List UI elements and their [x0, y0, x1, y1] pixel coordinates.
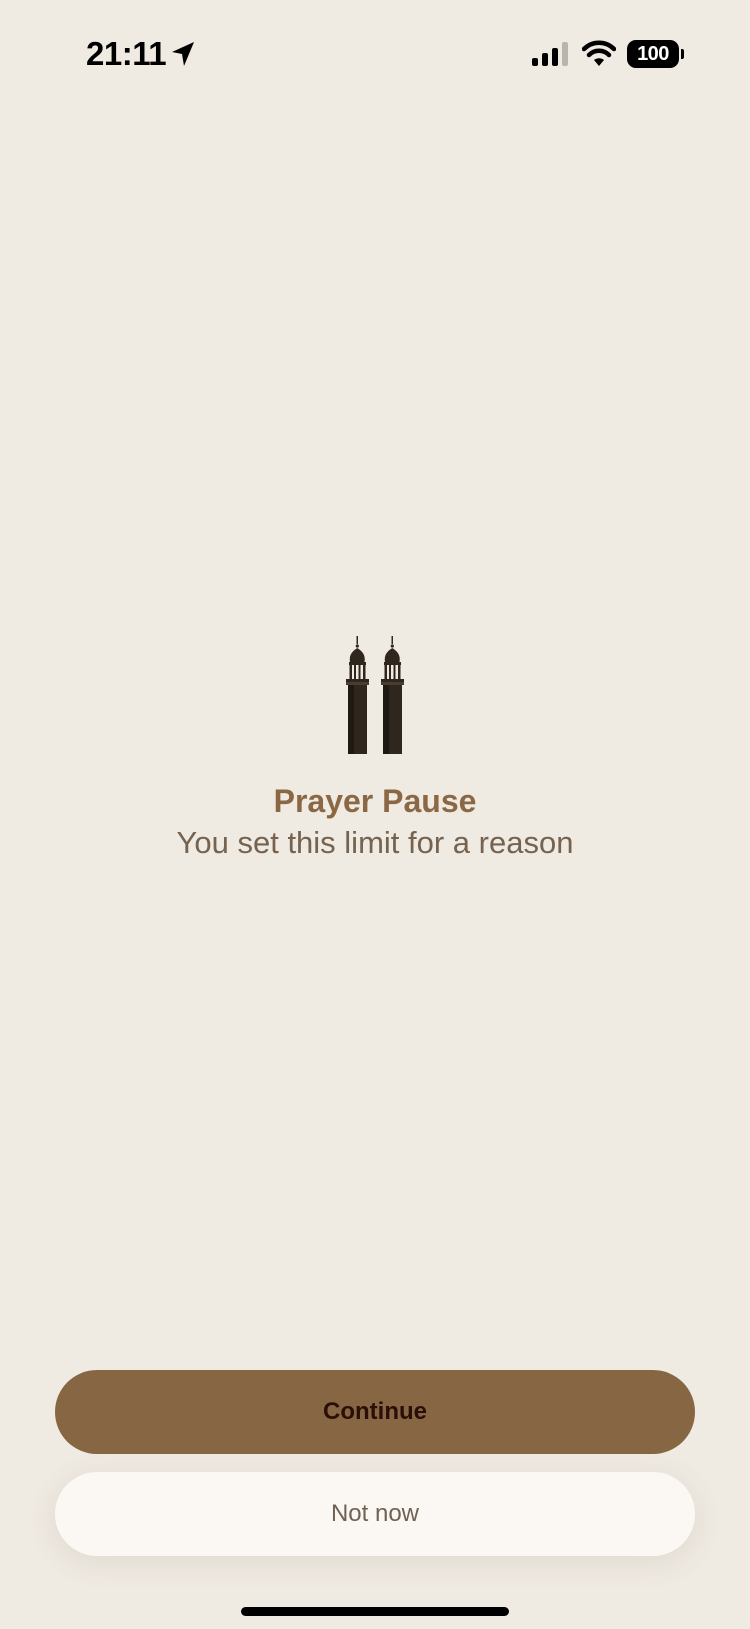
battery-body: 100	[627, 40, 679, 68]
pause-message: Prayer Pause You set this limit for a re…	[0, 636, 750, 862]
not-now-button[interactable]: Not now	[55, 1472, 695, 1556]
home-indicator[interactable]	[241, 1607, 509, 1616]
battery-icon: 100	[627, 40, 685, 68]
status-bar: 21:11 100	[0, 0, 750, 110]
battery-level: 100	[637, 42, 669, 65]
continue-button[interactable]: Continue	[55, 1370, 695, 1454]
cellular-signal-icon	[532, 42, 568, 66]
app-title: Prayer Pause	[273, 783, 477, 819]
pause-subtitle: You set this limit for a reason	[176, 825, 574, 860]
wifi-icon	[582, 40, 616, 66]
location-arrow-icon	[172, 42, 194, 66]
battery-nub	[681, 49, 684, 59]
status-time: 21:11	[86, 35, 167, 72]
twin-minarets-icon	[346, 636, 404, 754]
